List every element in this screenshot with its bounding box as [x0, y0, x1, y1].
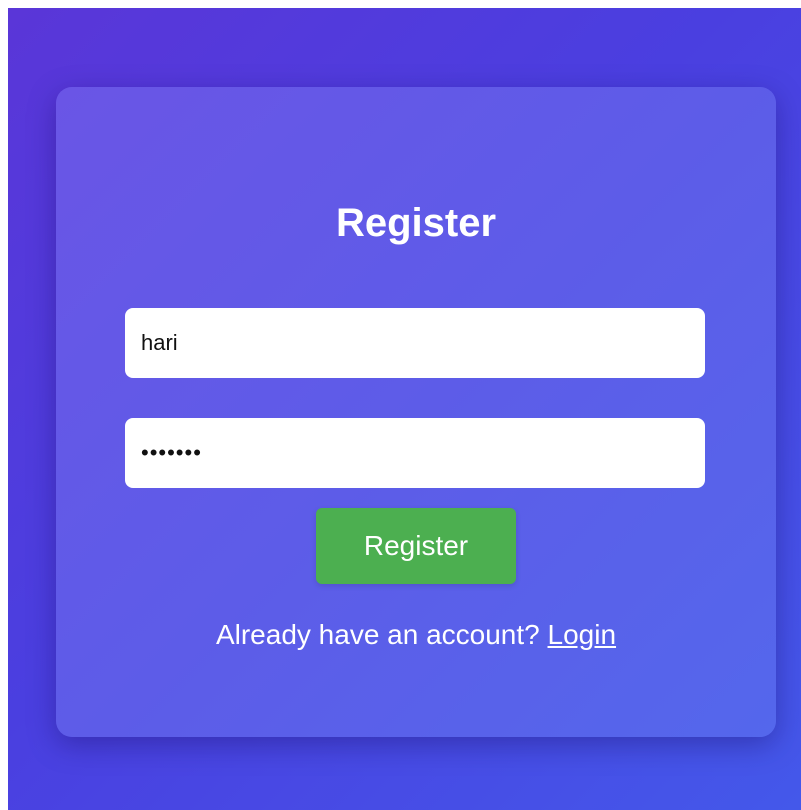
page-title: Register [335, 201, 497, 245]
login-link[interactable]: Login [548, 619, 617, 650]
password-input[interactable] [125, 418, 705, 488]
register-card: Register Register Already have an accoun… [56, 87, 776, 737]
page-background: Register Register Already have an accoun… [8, 8, 801, 810]
login-prompt-text: Already have an account? [215, 619, 540, 650]
username-input[interactable] [125, 308, 705, 378]
login-prompt: Already have an account? Login [56, 615, 776, 655]
register-button[interactable]: Register [316, 508, 516, 584]
